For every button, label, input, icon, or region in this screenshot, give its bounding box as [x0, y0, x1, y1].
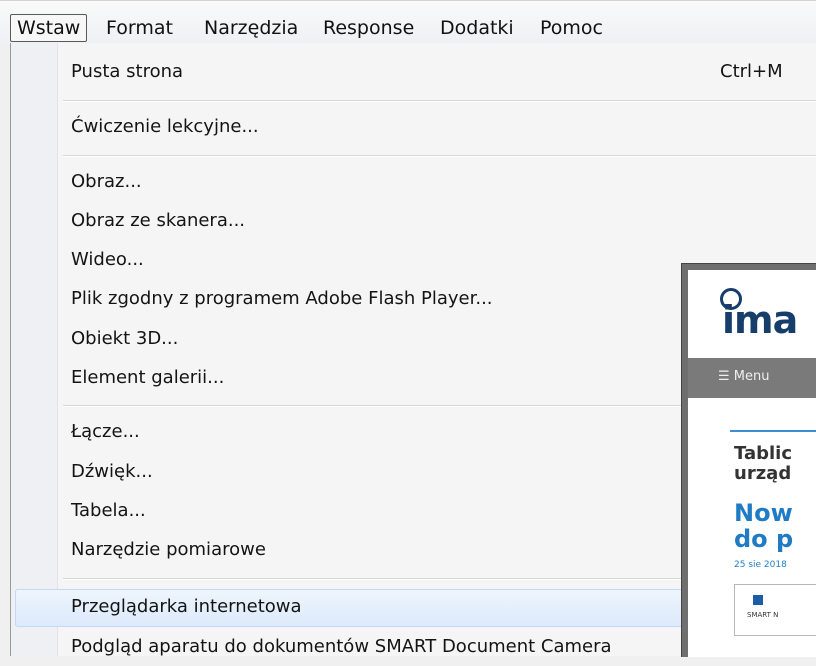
- menu-item-label: Ćwiczenie lekcyjne...: [71, 116, 259, 137]
- preview-divider: [730, 430, 816, 432]
- menu-item-label: Pusta strona: [71, 61, 184, 82]
- menu-narzedzia[interactable]: Narzędzia: [204, 15, 298, 41]
- menu-format[interactable]: Format: [106, 15, 173, 41]
- menu-dodatki[interactable]: Dodatki: [440, 15, 514, 41]
- menu-wstaw[interactable]: Wstaw: [10, 14, 88, 42]
- preview-nav: ☰ Menu: [688, 358, 816, 398]
- menu-item-label: Obiekt 3D...: [71, 328, 179, 349]
- menu-item-label: Wideo...: [71, 249, 144, 270]
- web-browser-preview: ima ☰ Menu Tablic urząd Now do p 25 sie …: [681, 263, 816, 657]
- preview-thumb-brand: SMART N: [747, 611, 779, 619]
- preview-news-line1: Now: [734, 499, 793, 527]
- menu-item-label: Przeglądarka internetowa: [71, 596, 302, 617]
- preview-heading-line2: urząd: [734, 463, 792, 484]
- menu-pomoc[interactable]: Pomoc: [540, 15, 603, 41]
- menu-item-label: Podgląd aparatu do dokumentów SMART Docu…: [71, 636, 612, 657]
- menu-separator: [63, 100, 816, 102]
- menu-item-lesson-activity[interactable]: Ćwiczenie lekcyjne...: [11, 110, 816, 146]
- menu-bar: Wstaw Format Narzędzia Response Dodatki …: [0, 0, 816, 45]
- menu-item-web-browser[interactable]: Przeglądarka internetowa: [15, 589, 707, 627]
- preview-heading-line1: Tablic: [734, 443, 792, 464]
- menu-item-blank-page[interactable]: Pusta strona Ctrl+M: [11, 55, 816, 91]
- menu-item-label: Narzędzie pomiarowe: [71, 539, 266, 560]
- menu-item-label: Obraz...: [71, 171, 142, 192]
- smart-logo-icon: [753, 595, 763, 605]
- menu-item-image-from-scanner[interactable]: Obraz ze skanera...: [11, 204, 816, 240]
- site-logo: ima: [722, 298, 798, 342]
- menu-item-label: Łącze...: [71, 421, 140, 442]
- menu-item-image[interactable]: Obraz...: [11, 165, 816, 201]
- preview-news-title: Now do p: [734, 500, 793, 552]
- menu-item-label: Tabela...: [71, 500, 146, 521]
- preview-date: 25 sie 2018: [734, 560, 787, 570]
- preview-heading: Tablic urząd: [734, 444, 792, 484]
- menu-item-label: Obraz ze skanera...: [71, 210, 246, 231]
- preview-news-line2: do p: [734, 525, 794, 553]
- menu-response[interactable]: Response: [323, 15, 414, 41]
- menu-item-label: Element galerii...: [71, 367, 225, 388]
- menu-separator: [63, 155, 816, 157]
- menu-item-shortcut: Ctrl+M: [720, 61, 783, 82]
- menu-item-label: Dźwięk...: [71, 461, 153, 482]
- preview-thumbnail: SMART N: [734, 584, 816, 636]
- preview-menu-label: ☰ Menu: [718, 369, 770, 384]
- menu-item-label: Plik zgodny z programem Adobe Flash Play…: [71, 288, 493, 309]
